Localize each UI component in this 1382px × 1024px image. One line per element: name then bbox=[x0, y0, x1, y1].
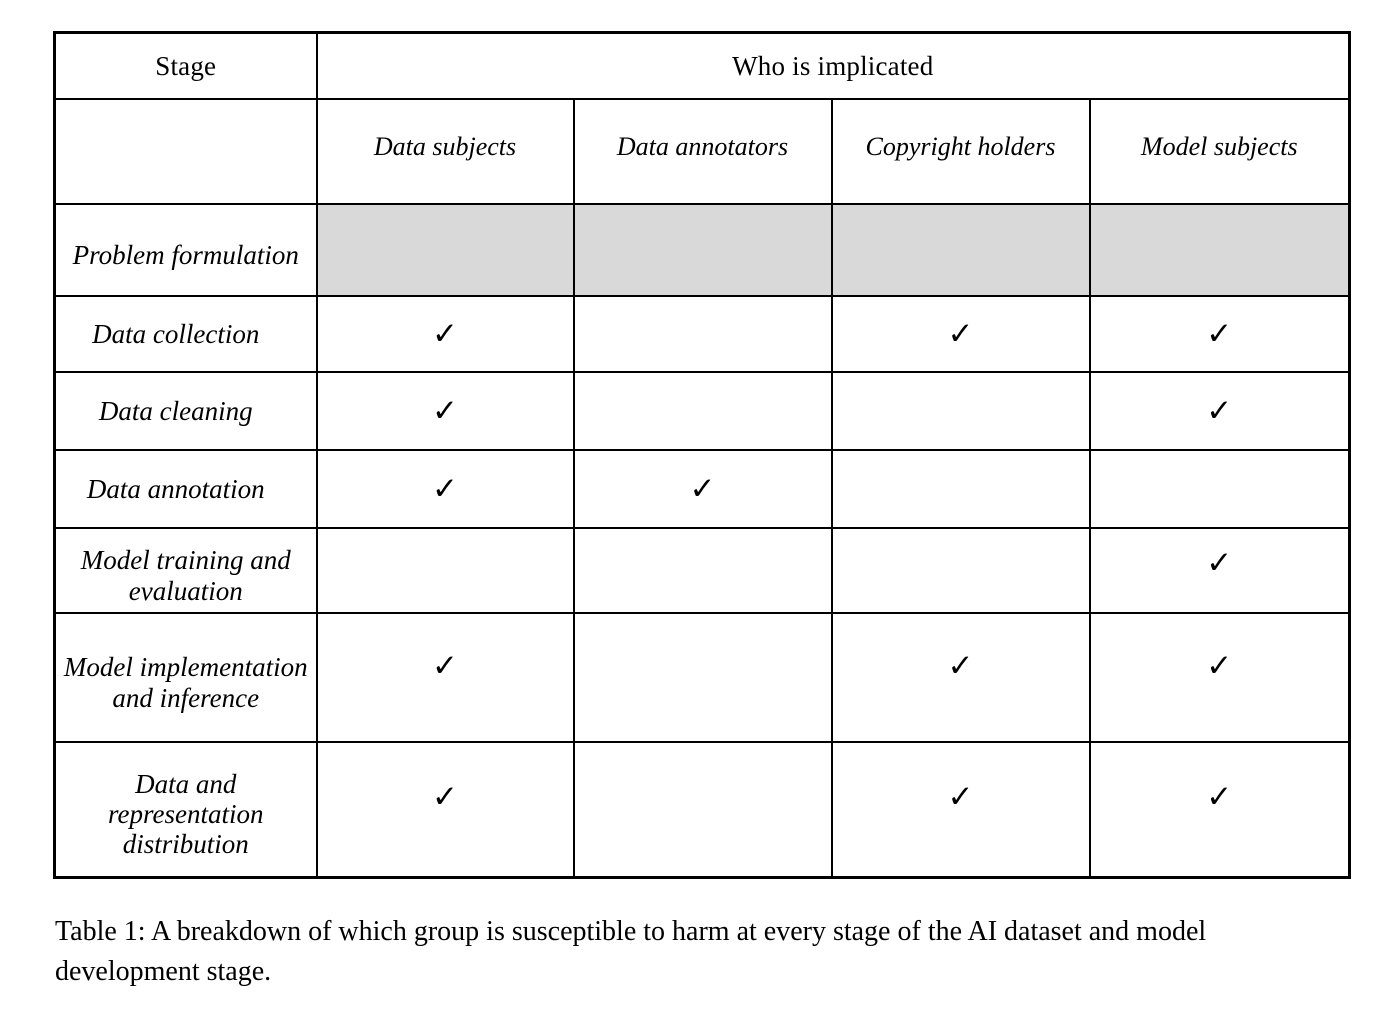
cell-data-subjects: ✓ bbox=[315, 295, 575, 373]
page-root: Stage Who is implicated Data subjects Da… bbox=[0, 0, 1382, 1024]
cell-model-subjects: ✓ bbox=[1088, 371, 1351, 451]
cell-data-annotators: ✓ bbox=[572, 449, 833, 529]
table-row: Data and representation distribution ✓ ✓ ✓ bbox=[53, 741, 1351, 878]
check-icon: ✓ bbox=[432, 316, 458, 351]
cell-data-subjects bbox=[315, 527, 575, 614]
cell-model-subjects bbox=[1088, 449, 1351, 529]
harm-breakdown-table: Stage Who is implicated Data subjects Da… bbox=[53, 31, 1352, 879]
cell-model-subjects bbox=[1088, 203, 1351, 297]
stage-label: Model implementation and inference bbox=[53, 612, 318, 743]
header-col-copyright-holders: Copyright holders bbox=[830, 98, 1091, 205]
check-icon: ✓ bbox=[689, 471, 716, 506]
header-stage: Stage bbox=[53, 31, 318, 100]
stage-label: Data cleaning bbox=[53, 371, 318, 451]
header-col-model-subjects: Model subjects bbox=[1088, 98, 1351, 205]
check-icon: ✓ bbox=[947, 779, 974, 815]
stage-label: Data collection bbox=[53, 295, 318, 373]
stage-label: Data annotation bbox=[53, 449, 318, 529]
cell-data-subjects: ✓ bbox=[315, 371, 575, 451]
table-row: Model implementation and inference ✓ ✓ ✓ bbox=[53, 612, 1351, 743]
table-body: Problem formulation Data collection ✓ ✓ ✓ Dat… bbox=[53, 203, 1351, 878]
cell-copyright-holders bbox=[830, 527, 1091, 614]
check-icon: ✓ bbox=[1206, 393, 1233, 428]
cell-copyright-holders: ✓ bbox=[830, 741, 1091, 878]
header-row-main: Stage Who is implicated bbox=[53, 31, 1351, 100]
check-icon: ✓ bbox=[432, 471, 458, 506]
check-icon: ✓ bbox=[432, 393, 458, 428]
cell-data-subjects: ✓ bbox=[315, 741, 575, 878]
cell-data-annotators bbox=[572, 741, 833, 878]
check-icon: ✓ bbox=[432, 779, 458, 815]
cell-data-subjects: ✓ bbox=[315, 449, 575, 529]
cell-data-annotators bbox=[572, 203, 833, 297]
header-stage-spacer bbox=[53, 98, 318, 205]
stage-label: Data and representation distribution bbox=[53, 741, 318, 878]
cell-copyright-holders bbox=[830, 203, 1091, 297]
table-row: Data cleaning ✓ ✓ bbox=[53, 371, 1351, 451]
cell-data-annotators bbox=[572, 527, 833, 614]
cell-copyright-holders bbox=[830, 371, 1091, 451]
cell-data-annotators bbox=[572, 612, 833, 743]
check-icon: ✓ bbox=[1206, 779, 1233, 815]
table-header: Stage Who is implicated Data subjects Da… bbox=[53, 31, 1351, 205]
table-caption: Table 1: A breakdown of which group is s… bbox=[55, 916, 1207, 987]
table-row: Problem formulation bbox=[53, 203, 1351, 297]
cell-data-subjects bbox=[315, 203, 575, 297]
header-col-data-annotators: Data annotators bbox=[572, 98, 833, 205]
header-row-sub: Data subjects Data annotators Copyright … bbox=[53, 98, 1351, 205]
header-who-is-implicated: Who is implicated bbox=[315, 31, 1351, 100]
cell-data-subjects: ✓ bbox=[315, 612, 575, 743]
cell-data-annotators bbox=[572, 371, 833, 451]
stage-label: Problem formulation bbox=[53, 203, 318, 297]
cell-data-annotators bbox=[572, 295, 833, 373]
check-icon: ✓ bbox=[1206, 647, 1233, 683]
cell-model-subjects: ✓ bbox=[1088, 741, 1351, 878]
header-col-data-subjects: Data subjects bbox=[315, 98, 575, 205]
table-row: Model training and evaluation ✓ bbox=[53, 527, 1351, 614]
cell-copyright-holders bbox=[830, 449, 1091, 529]
cell-model-subjects: ✓ bbox=[1088, 527, 1351, 614]
table-row: Data collection ✓ ✓ ✓ bbox=[53, 295, 1351, 373]
cell-copyright-holders: ✓ bbox=[830, 612, 1091, 743]
check-icon: ✓ bbox=[947, 647, 974, 683]
cell-model-subjects: ✓ bbox=[1088, 295, 1351, 373]
check-icon: ✓ bbox=[1206, 316, 1233, 351]
cell-copyright-holders: ✓ bbox=[830, 295, 1091, 373]
stage-label: Model training and evaluation bbox=[53, 527, 318, 614]
check-icon: ✓ bbox=[947, 316, 974, 351]
check-icon: ✓ bbox=[1206, 544, 1233, 580]
check-icon: ✓ bbox=[432, 647, 458, 683]
table-row: Data annotation ✓ ✓ bbox=[53, 449, 1351, 529]
cell-model-subjects: ✓ bbox=[1088, 612, 1351, 743]
